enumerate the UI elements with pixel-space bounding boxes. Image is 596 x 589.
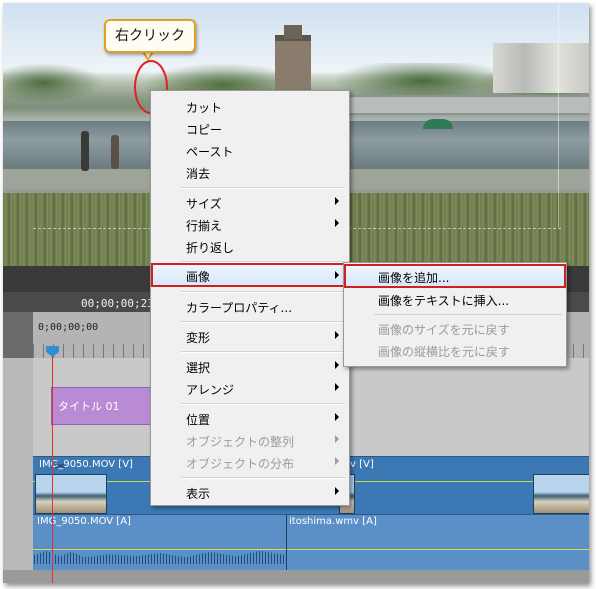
menu-item-transform[interactable]: 変形	[151, 325, 349, 347]
menu-item-position[interactable]: 位置	[151, 407, 349, 429]
submenu-item-add-image[interactable]: 画像を追加...	[344, 264, 566, 288]
submenu-arrow-icon	[335, 457, 339, 465]
timecode[interactable]: 00;00;00;23	[81, 297, 154, 310]
title-clip[interactable]: タイトル 01	[51, 387, 157, 425]
menu-item-wrap[interactable]: 折り返し	[151, 235, 349, 257]
submenu-arrow-icon	[335, 383, 339, 391]
submenu-item-reset-image-size: 画像のサイズを元に戻す	[378, 323, 510, 337]
submenu-arrow-icon	[335, 361, 339, 369]
submenu-arrow-icon	[335, 487, 339, 495]
submenu-arrow-icon	[335, 413, 339, 421]
menu-separator	[181, 321, 345, 323]
menu-separator	[181, 351, 345, 353]
audio-clip-label: itoshima.wmv [A]	[289, 516, 377, 527]
menu-item-object-distribute: オブジェクトの分布	[151, 451, 349, 473]
menu-separator	[181, 291, 345, 293]
menu-item-object-align: オブジェクトの整列	[151, 429, 349, 451]
menu-item-size[interactable]: サイズ	[151, 191, 349, 213]
submenu-arrow-icon	[335, 197, 339, 205]
menu-separator	[181, 403, 345, 405]
menu-item-arrange[interactable]: アレンジ	[151, 377, 349, 399]
submenu-arrow-icon	[335, 331, 339, 339]
track-headers	[3, 358, 34, 583]
menu-item-view[interactable]: 表示	[151, 481, 349, 503]
callout-right-click: 右クリック	[104, 19, 196, 53]
menu-item-color-properties[interactable]: カラープロパティ...	[151, 295, 349, 317]
clip-thumbnail	[533, 474, 589, 514]
menu-item-cut[interactable]: カット	[151, 95, 349, 117]
menu-item-align[interactable]: 行揃え	[151, 213, 349, 235]
menu-item-delete[interactable]: 消去	[151, 161, 349, 183]
video-clip-label: v [V]	[350, 459, 374, 470]
submenu-arrow-icon	[335, 219, 339, 227]
playhead-line	[52, 356, 53, 583]
submenu-arrow-icon	[335, 271, 339, 279]
scissors-icon: ✂	[55, 459, 66, 473]
submenu-item-insert-image-in-text[interactable]: 画像をテキストに挿入...	[344, 288, 566, 310]
menu-item-paste[interactable]: ペースト	[151, 139, 349, 161]
tower	[275, 35, 311, 97]
menu-item-image[interactable]: 画像	[151, 263, 349, 287]
submenu-arrow-icon	[335, 435, 339, 443]
video-clip-label: IMG_9050.MOV [V]	[39, 459, 133, 470]
image-submenu: 画像を追加... 画像をテキストに挿入... 画像のサイズを元に戻す 画像の縦横…	[343, 262, 567, 367]
menu-separator	[181, 187, 345, 189]
context-menu: カット コピー ペースト 消去 サイズ 行揃え 折り返し 画像 カラープロパティ…	[150, 90, 350, 506]
menu-item-copy[interactable]: コピー	[151, 117, 349, 139]
submenu-item-reset-aspect-ratio: 画像の縦横比を元に戻す	[378, 345, 511, 359]
menu-item-select[interactable]: 選択	[151, 355, 349, 377]
clip-thumbnail	[35, 474, 107, 514]
ruler-start-time: 0;00;00;00	[38, 322, 99, 333]
menu-separator	[181, 477, 345, 479]
menu-separator	[374, 314, 562, 315]
